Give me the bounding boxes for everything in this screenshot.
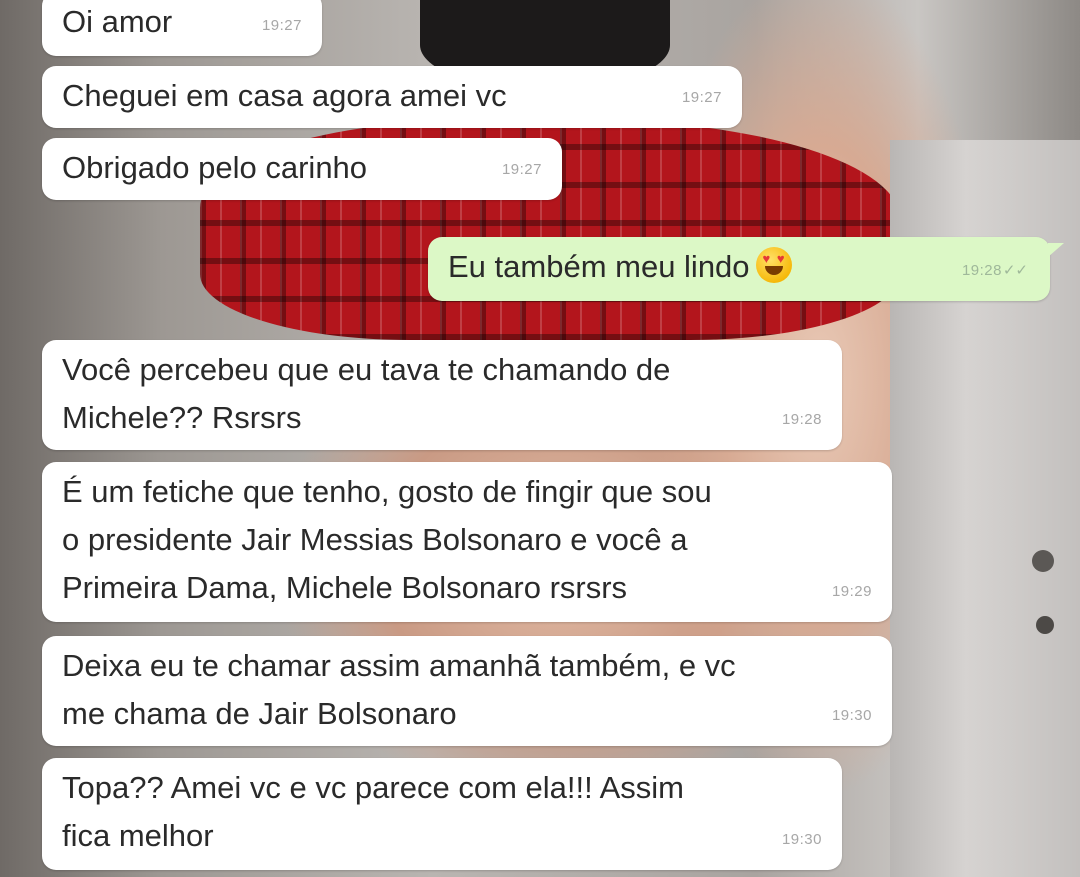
message-text: Eu também meu lindo [448,243,1030,291]
message-time: 19:29 [831,583,872,600]
bubble-tail [1048,243,1064,257]
message-text: Obrigado pelo carinho [62,150,368,185]
message-time: 19:27 [501,161,542,178]
message-time: 19:28 [781,411,822,428]
message-bubble[interactable]: Obrigado pelo carinho 19:27 [42,138,562,200]
door-lock [1036,616,1054,634]
message-text: Deixa eu te chamar assim amanhã também, … [62,648,736,731]
message-bubble[interactable]: Deixa eu te chamar assim amanhã também, … [42,636,892,746]
message-bubble[interactable]: Cheguei em casa agora amei vc 19:27 [42,66,742,128]
message-text: É um fetiche que tenho, gosto de fingir … [62,474,712,605]
message-text: Topa?? Amei vc e vc parece com ela!!! As… [62,770,684,853]
message-text: Você percebeu que eu tava te chamando de… [62,352,671,435]
heart-eyes-emoji-icon [755,247,792,283]
message-time: 19:28 [961,262,1002,279]
message-time: 19:30 [781,831,822,848]
message-bubble-outgoing[interactable]: Eu também meu lindo 19:28 ✓✓ [428,237,1064,301]
message-bubble[interactable]: Você percebeu que eu tava te chamando de… [42,340,842,450]
message-time: 19:27 [681,89,722,106]
message-time: 19:27 [261,17,302,34]
message-bubble[interactable]: Topa?? Amei vc e vc parece com ela!!! As… [42,758,842,870]
message-bubble[interactable]: Oi amor 19:27 [42,0,322,56]
message-text: Cheguei em casa agora amei vc [62,78,507,113]
message-bubble[interactable]: É um fetiche que tenho, gosto de fingir … [42,462,892,622]
door-knob [1032,550,1054,572]
read-receipt-icon: ✓✓ [1002,262,1028,279]
message-time: 19:30 [831,707,872,724]
